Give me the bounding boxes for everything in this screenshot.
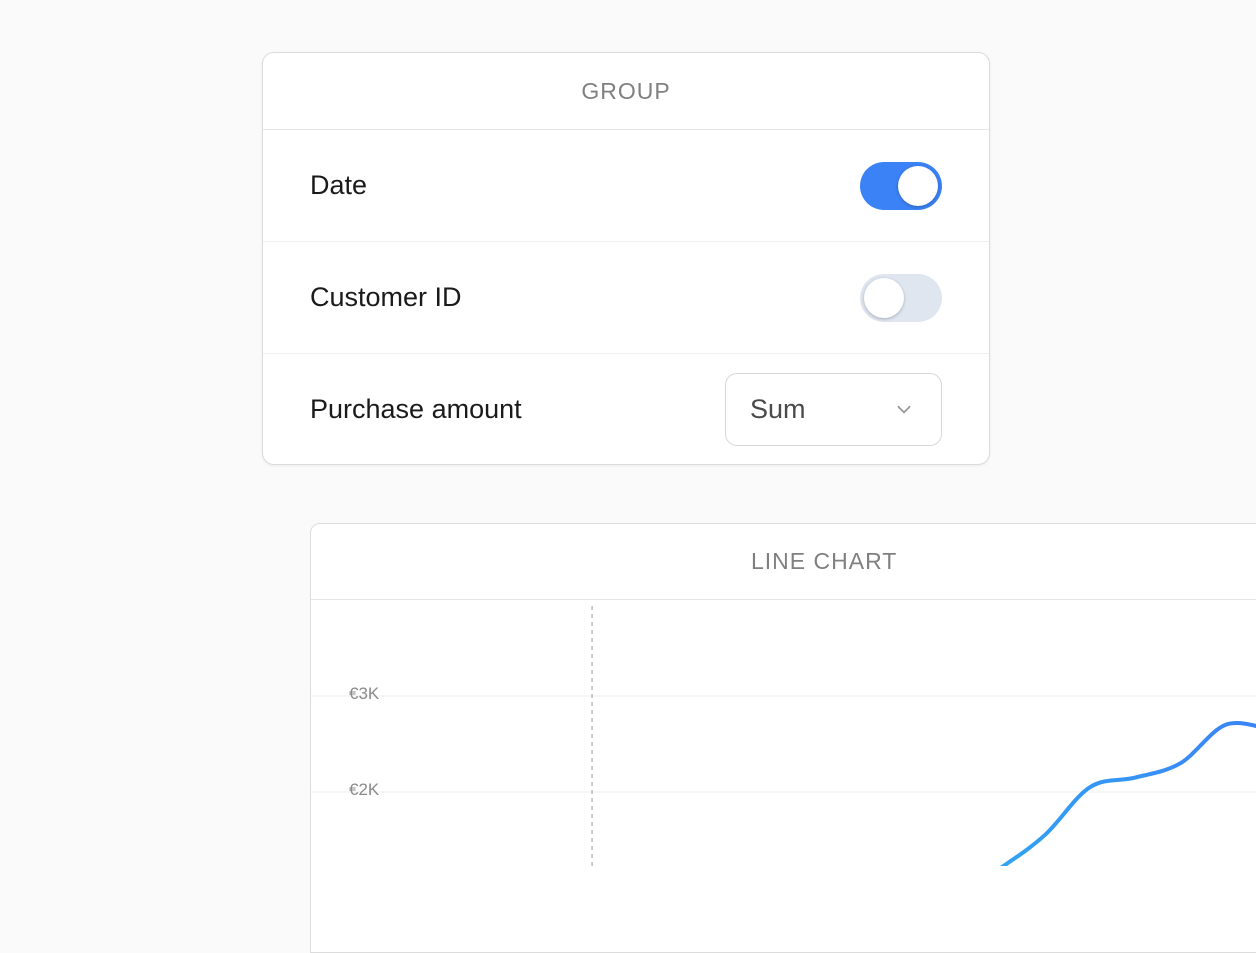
toggle-knob — [864, 277, 904, 318]
line-point — [1133, 776, 1137, 780]
line-point — [1178, 761, 1182, 765]
line-chart-header: LINE CHART — [311, 524, 1256, 600]
date-toggle[interactable] — [860, 161, 942, 210]
group-row-customer-id-label: Customer ID — [310, 282, 462, 312]
group-row-date-label: Date — [310, 170, 368, 200]
chevron-down-icon — [897, 405, 911, 414]
group-panel-title: GROUP — [263, 53, 989, 130]
y-tick-label: €2K — [349, 780, 380, 799]
line-series — [999, 721, 1256, 866]
line-chart: €1K€2K€3K — [311, 606, 1256, 866]
group-panel: GROUP Date Customer ID Purchase amount S… — [262, 52, 990, 465]
aggregation-select-value: Sum — [750, 393, 806, 424]
group-row-customer-id: Customer ID — [263, 242, 989, 354]
line-chart-panel: LINE CHART €1K€2K€3K — [310, 523, 1256, 953]
group-row-purchase-amount: Purchase amount Sum — [263, 354, 989, 464]
line-point — [1224, 723, 1228, 727]
y-tick-label: €3K — [349, 684, 380, 703]
aggregation-select[interactable]: Sum — [725, 372, 942, 446]
line-point — [1043, 833, 1047, 837]
toggle-knob — [898, 165, 938, 206]
group-row-date: Date — [263, 130, 989, 242]
line-chart-title: LINE CHART — [751, 548, 898, 574]
line-point — [1088, 785, 1092, 789]
customer-id-toggle[interactable] — [860, 273, 942, 322]
group-row-purchase-amount-label: Purchase amount — [310, 393, 522, 424]
